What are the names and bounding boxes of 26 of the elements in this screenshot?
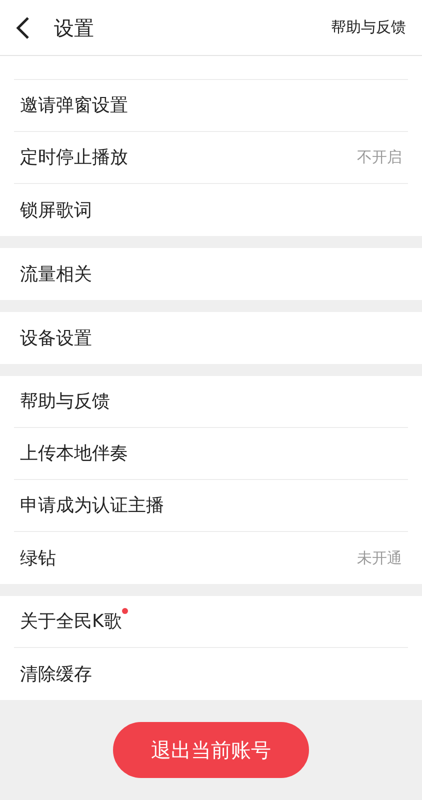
settings-row[interactable]: 定时停止播放 不开启: [14, 132, 408, 184]
settings-row[interactable]: 上传本地伴奏: [14, 428, 408, 480]
row-label: 设备设置: [20, 326, 92, 350]
settings-row[interactable]: 关于全民K歌: [14, 596, 408, 648]
settings-row[interactable]: 邀请弹窗设置: [14, 80, 408, 132]
logout-button[interactable]: 退出当前账号: [113, 722, 309, 778]
back-icon[interactable]: [16, 16, 30, 40]
row-label: 邀请弹窗设置: [20, 94, 128, 118]
settings-row[interactable]: 锁屏歌词: [14, 184, 408, 236]
row-label: 锁屏歌词: [20, 198, 92, 222]
settings-row[interactable]: 清除缓存: [14, 648, 408, 700]
settings-row[interactable]: 申请成为认证主播: [14, 480, 408, 532]
row-label: 绿钻: [20, 546, 56, 570]
row-label: 流量相关: [20, 262, 92, 286]
help-feedback-link[interactable]: 帮助与反馈: [331, 16, 406, 39]
row-label: 关于全民K歌: [20, 610, 122, 634]
row-label: 申请成为认证主播: [20, 494, 164, 518]
row-label: 帮助与反馈: [20, 390, 110, 414]
settings-row[interactable]: 绿钻 未开通: [14, 532, 408, 584]
row-value: 不开启: [357, 147, 402, 168]
row-value: 未开通: [357, 548, 402, 569]
row-label: 定时停止播放: [20, 146, 128, 170]
settings-row[interactable]: 帮助与反馈: [14, 376, 408, 428]
page-title: 设置: [54, 14, 94, 42]
row-label: 上传本地伴奏: [20, 442, 128, 466]
row-label: 清除缓存: [20, 662, 92, 686]
